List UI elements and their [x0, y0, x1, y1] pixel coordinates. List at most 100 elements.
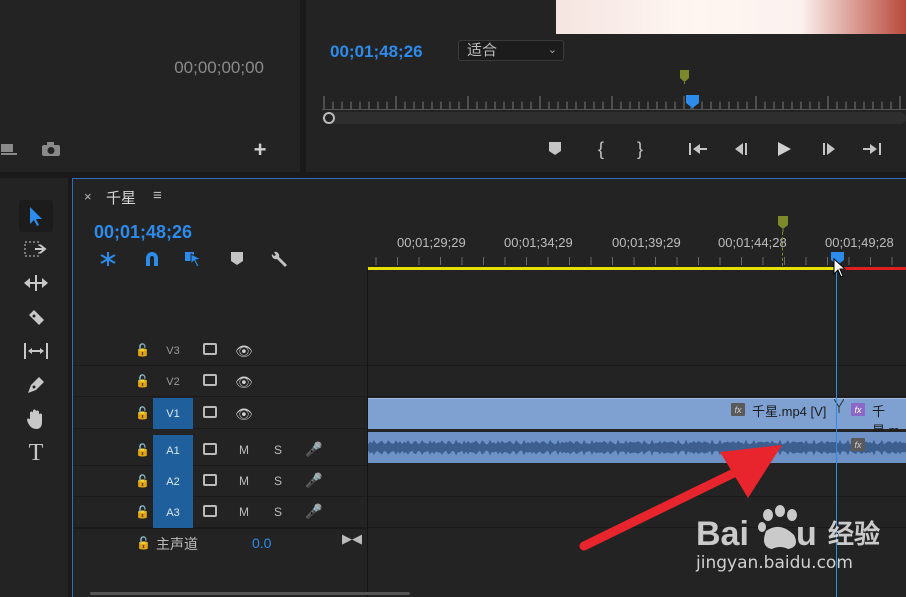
program-ruler[interactable] — [322, 96, 906, 110]
eye-icon[interactable]: 👁 — [235, 343, 253, 360]
svg-text:经验: 经验 — [828, 519, 880, 550]
solo-button[interactable]: S — [274, 474, 282, 488]
lock-icon[interactable]: 🔓 — [135, 505, 150, 519]
lock-icon[interactable]: 🔓 — [135, 443, 150, 457]
master-volume-value[interactable]: 0.0 — [252, 535, 271, 551]
fit-select-value: 适合 — [467, 42, 498, 59]
play-icon[interactable] — [772, 140, 796, 158]
track-lane-v3[interactable] — [368, 335, 906, 366]
timeline-ruler[interactable] — [368, 255, 906, 265]
linked-selection-icon[interactable] — [182, 248, 204, 270]
lock-icon[interactable]: 🔓 — [135, 374, 150, 388]
zoom-handle[interactable] — [323, 112, 335, 124]
track-lane-v2[interactable] — [368, 366, 906, 397]
sync-lock-icon[interactable] — [203, 505, 217, 517]
render-bar — [838, 267, 906, 270]
go-to-out-icon[interactable] — [860, 140, 884, 158]
go-to-in-icon[interactable] — [686, 140, 710, 158]
track-header-v3[interactable]: 🔓 V3 👁 — [73, 335, 367, 366]
fx-badge: fx — [731, 403, 745, 416]
track-name[interactable]: A1 — [153, 435, 193, 466]
microphone-icon[interactable]: 🎤 — [305, 503, 322, 520]
solo-button[interactable]: S — [274, 443, 282, 457]
export-frame-icon[interactable] — [0, 140, 20, 158]
sync-lock-icon[interactable] — [203, 343, 217, 355]
timeline-zoom-scrollbar[interactable] — [90, 592, 410, 595]
track-name[interactable]: V3 — [153, 335, 193, 366]
eye-icon[interactable]: 👁 — [235, 406, 253, 423]
video-clip-label: 千星.mp4 [V] — [752, 404, 827, 419]
ruler-tick-label: 00;01;34;29 — [504, 235, 573, 250]
lock-icon[interactable]: 🔓 — [135, 406, 150, 420]
ripple-edit-tool-icon[interactable] — [20, 268, 52, 298]
solo-button[interactable]: S — [274, 505, 282, 519]
mute-button[interactable]: M — [239, 443, 249, 457]
sequence-marker-icon[interactable] — [778, 216, 788, 232]
close-icon[interactable]: × — [84, 189, 92, 204]
track-name[interactable]: A3 — [153, 497, 193, 528]
program-zoom-scrollbar[interactable] — [322, 112, 906, 124]
chevron-down-icon: ⌄ — [547, 44, 557, 56]
camera-icon[interactable] — [40, 140, 62, 158]
hand-tool-icon[interactable] — [20, 404, 52, 434]
source-timecode[interactable]: 00;00;00;00 — [0, 58, 264, 78]
track-header-a1[interactable]: 🔓 A1 M S 🎤 — [73, 435, 367, 466]
wrench-icon[interactable] — [268, 248, 290, 270]
ruler-tick-label: 00;01;44;28 — [718, 235, 787, 250]
add-marker-timeline-icon[interactable] — [226, 248, 248, 270]
svg-text:u: u — [796, 515, 817, 553]
pen-tool-icon[interactable] — [20, 370, 52, 400]
step-back-icon[interactable] — [729, 140, 753, 158]
lock-icon[interactable]: 🔓 — [136, 536, 151, 550]
marker-icon[interactable] — [680, 70, 689, 84]
razor-tool-icon[interactable] — [20, 302, 52, 332]
track-name[interactable]: V1 — [153, 398, 193, 429]
track-header-a3[interactable]: 🔓 A3 M S 🎤 — [73, 497, 367, 528]
track-select-tool-icon[interactable] — [20, 234, 52, 264]
ruler-tick-label: 00;01;39;29 — [612, 235, 681, 250]
master-track-header — [73, 528, 367, 558]
fit-select[interactable]: 适合 ⌄ — [458, 40, 564, 61]
track-header-a2[interactable]: 🔓 A2 M S 🎤 — [73, 466, 367, 497]
step-forward-icon[interactable] — [817, 140, 841, 158]
track-header-v1[interactable]: 🔓 V1 👁 — [73, 398, 367, 429]
add-button-icon[interactable]: + — [250, 137, 270, 162]
fx-badge: fx — [851, 403, 865, 416]
timeline-title[interactable]: 千星 — [106, 187, 136, 208]
selection-tool-icon[interactable] — [20, 201, 52, 231]
marker-line — [782, 232, 783, 266]
panel-menu-icon[interactable]: ≡ — [153, 187, 162, 204]
lock-icon[interactable]: 🔓 — [135, 343, 150, 357]
sync-lock-icon[interactable] — [203, 443, 217, 455]
lock-icon[interactable]: 🔓 — [135, 474, 150, 488]
program-timecode[interactable]: 00;01;48;26 — [330, 42, 423, 62]
sync-lock-icon[interactable] — [203, 474, 217, 486]
program-video-frame — [556, 0, 906, 34]
mute-button[interactable]: M — [239, 505, 249, 519]
slip-tool-icon[interactable] — [20, 336, 52, 366]
sync-lock-icon[interactable] — [203, 374, 217, 386]
mute-button[interactable]: M — [239, 474, 249, 488]
track-name[interactable]: V2 — [153, 366, 193, 397]
bowtie-icon[interactable]: ▶◀ — [342, 531, 362, 547]
svg-text:Bai: Bai — [696, 515, 749, 553]
snap-icon[interactable] — [141, 248, 163, 270]
track-header-v2[interactable]: 🔓 V2 👁 — [73, 366, 367, 397]
sync-lock-icon[interactable] — [203, 406, 217, 418]
mark-in-icon[interactable]: { — [589, 139, 613, 159]
timeline-timecode[interactable]: 00;01;48;26 — [94, 222, 192, 243]
mouse-cursor-icon — [833, 258, 847, 278]
track-name[interactable]: A2 — [153, 466, 193, 497]
ruler-tick-label: 00;01;29;29 — [397, 235, 466, 250]
add-marker-icon[interactable] — [543, 140, 567, 158]
mark-out-icon[interactable]: } — [628, 139, 652, 159]
watermark-url: jingyan.baidu.com — [696, 553, 853, 573]
eye-icon[interactable]: 👁 — [235, 374, 253, 391]
ruler-tick-label: 00;01;49;28 — [825, 235, 894, 250]
program-playhead-icon[interactable] — [686, 95, 699, 109]
type-tool-icon[interactable]: T — [20, 438, 52, 468]
microphone-icon[interactable]: 🎤 — [305, 441, 322, 458]
nest-sequence-icon[interactable] — [97, 248, 119, 270]
work-area-bar[interactable] — [368, 267, 838, 270]
microphone-icon[interactable]: 🎤 — [305, 472, 322, 489]
